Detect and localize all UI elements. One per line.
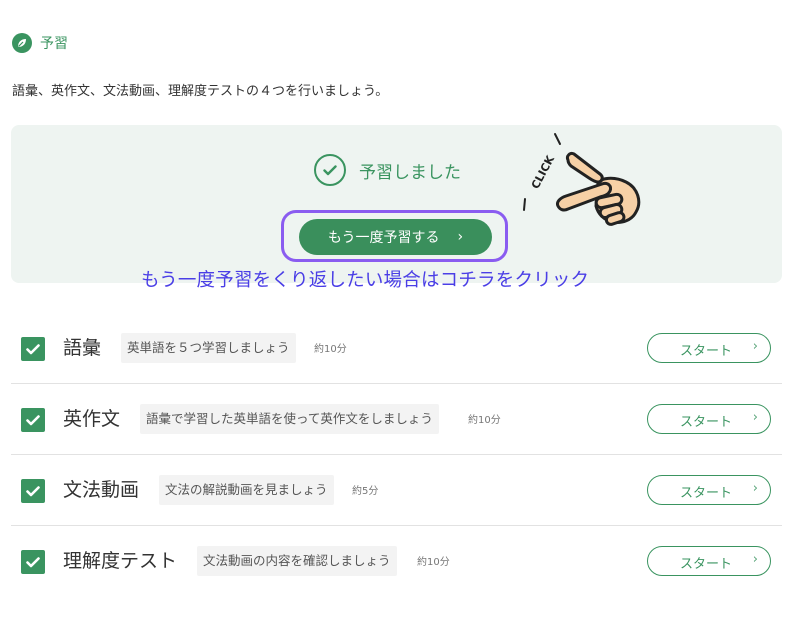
intro-text: 語彙、英作文、文法動画、理解度テストの４つを行いましょう。 bbox=[12, 84, 389, 99]
task-description: 文法の解説動画を見ましょう bbox=[159, 475, 334, 505]
completion-status: 予習しました bbox=[314, 154, 461, 186]
start-button[interactable]: スタート › bbox=[647, 404, 771, 434]
task-name: 語彙 bbox=[63, 337, 102, 359]
redo-button-label: もう一度予習する bbox=[327, 230, 440, 246]
completion-label: 予習しました bbox=[359, 162, 461, 183]
checkbox-checked-icon[interactable] bbox=[21, 550, 45, 574]
task-row-composition: 英作文 語彙で学習した英単語を使って英作文をしましょう 約10分 スタート › bbox=[11, 384, 782, 455]
task-description: 文法動画の内容を確認しましょう bbox=[197, 546, 397, 576]
checkbox-checked-icon[interactable] bbox=[21, 479, 45, 503]
start-button[interactable]: スタート › bbox=[647, 333, 771, 363]
task-duration: 約10分 bbox=[417, 557, 450, 568]
chevron-right-icon: › bbox=[752, 552, 758, 567]
section-header: 予習 bbox=[12, 33, 68, 53]
task-duration: 約5分 bbox=[352, 486, 379, 497]
start-button-label: スタート bbox=[680, 557, 733, 572]
chevron-right-icon: › bbox=[752, 481, 758, 496]
task-name: 英作文 bbox=[63, 408, 121, 430]
pointing-hand-icon bbox=[556, 152, 641, 226]
hint-caption: もう一度予習をくり返したい場合はコチラをクリック bbox=[141, 270, 590, 291]
section-title: 予習 bbox=[40, 36, 68, 52]
start-button-label: スタート bbox=[680, 344, 733, 359]
task-row-vocabulary: 語彙 英単語を５つ学習しましょう 約10分 スタート › bbox=[11, 313, 782, 384]
task-duration: 約10分 bbox=[468, 415, 501, 426]
checkbox-checked-icon[interactable] bbox=[21, 337, 45, 361]
task-duration: 約10分 bbox=[314, 344, 347, 355]
task-description: 語彙で学習した英単語を使って英作文をしましょう bbox=[140, 404, 439, 434]
task-name: 理解度テスト bbox=[63, 550, 178, 572]
start-button-label: スタート bbox=[680, 486, 733, 501]
leaf-icon bbox=[12, 33, 32, 53]
chevron-right-icon: › bbox=[457, 229, 464, 245]
chevron-right-icon: › bbox=[752, 339, 758, 354]
start-button-label: スタート bbox=[680, 415, 733, 430]
redo-preview-button[interactable]: もう一度予習する › bbox=[299, 219, 492, 255]
start-button[interactable]: スタート › bbox=[647, 546, 771, 576]
start-button[interactable]: スタート › bbox=[647, 475, 771, 505]
chevron-right-icon: › bbox=[752, 410, 758, 425]
task-row-grammar-video: 文法動画 文法の解説動画を見ましょう 約5分 スタート › bbox=[11, 455, 782, 526]
check-circle-icon bbox=[314, 154, 346, 186]
task-row-comprehension-test: 理解度テスト 文法動画の内容を確認しましょう 約10分 スタート › bbox=[11, 526, 782, 597]
task-name: 文法動画 bbox=[63, 479, 140, 501]
checkbox-checked-icon[interactable] bbox=[21, 408, 45, 432]
task-description: 英単語を５つ学習しましょう bbox=[121, 333, 296, 363]
